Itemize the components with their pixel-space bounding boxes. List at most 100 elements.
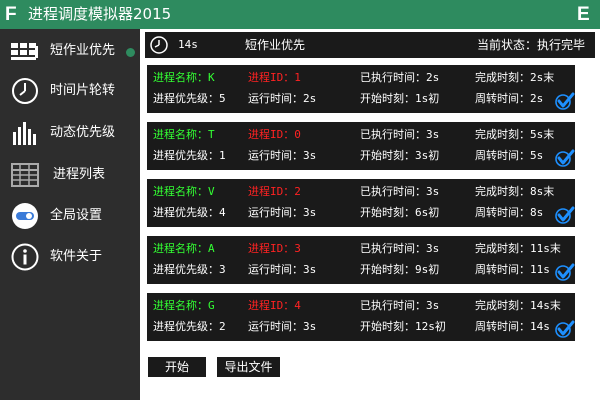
process-id-label: 进程ID：: [248, 185, 295, 198]
sidebar-item-process-list[interactable]: 进程列表: [0, 156, 140, 196]
start-moment: 开始时刻：1s初: [360, 91, 439, 107]
start-moment-value: 12s初: [415, 320, 446, 333]
run-time: 运行时间：2s: [248, 91, 316, 107]
start-moment-value: 9s初: [415, 263, 440, 276]
process-id-value: 3: [294, 242, 301, 255]
run-time-value: 3s: [303, 149, 317, 162]
turnaround-time-value: 5s: [530, 149, 544, 162]
sidebar-item-dynamic-priority[interactable]: 动态优先级: [0, 114, 140, 154]
check-icon: [555, 263, 575, 281]
process-name: 进程名称：V: [153, 184, 215, 200]
finish-moment: 完成时刻：8s末: [475, 184, 554, 200]
executed-time-label: 已执行时间：: [360, 71, 426, 84]
process-id: 进程ID：0: [248, 127, 301, 143]
export-file-button[interactable]: 导出文件: [217, 357, 280, 377]
current-state: 当前状态：执行完毕: [476, 38, 585, 52]
sidebar-item-label: 全局设置: [50, 208, 103, 223]
start-moment-label: 开始时刻：: [360, 149, 415, 162]
process-id-value: 0: [294, 128, 301, 141]
run-time-value: 3s: [303, 206, 317, 219]
process-priority: 进程优先级：3: [153, 262, 226, 278]
start-moment-label: 开始时刻：: [360, 206, 415, 219]
executed-time-label: 已执行时间：: [360, 299, 426, 312]
executed-time: 已执行时间：2s: [360, 70, 439, 86]
process-priority-label: 进程优先级：: [153, 263, 219, 276]
turnaround-time-label: 周转时间：: [475, 92, 530, 105]
sidebar-item-label: 时间片轮转: [50, 83, 116, 98]
sidebar-item-sjf[interactable]: 短作业优先: [0, 32, 140, 72]
start-moment-label: 开始时刻：: [360, 92, 415, 105]
process-name: 进程名称：G: [153, 298, 215, 314]
finish-moment-value: 5s末: [530, 128, 555, 141]
turnaround-time-label: 周转时间：: [475, 206, 530, 219]
finish-moment: 完成时刻：11s末: [475, 241, 561, 257]
start-moment-value: 6s初: [415, 206, 440, 219]
executed-time: 已执行时间：3s: [360, 127, 439, 143]
elapsed-time: 14s: [178, 38, 198, 51]
process-name: 进程名称：K: [153, 70, 215, 86]
turnaround-time-label: 周转时间：: [475, 149, 530, 162]
executed-time-value: 3s: [426, 185, 440, 198]
run-time: 运行时间：3s: [248, 262, 316, 278]
process-priority: 进程优先级：5: [153, 91, 226, 107]
bar-chart-icon: [13, 122, 36, 145]
finish-moment-label: 完成时刻：: [475, 71, 530, 84]
process-priority-label: 进程优先级：: [153, 149, 219, 162]
process-name-value: A: [208, 242, 215, 255]
process-priority: 进程优先级：4: [153, 205, 226, 221]
process-id-label: 进程ID：: [248, 299, 295, 312]
start-button[interactable]: 开始: [148, 357, 206, 377]
sidebar-item-label: 动态优先级: [50, 125, 116, 140]
process-name: 进程名称：T: [153, 127, 215, 143]
process-id-label: 进程ID：: [248, 242, 295, 255]
process-priority-label: 进程优先级：: [153, 92, 219, 105]
executed-time: 已执行时间：3s: [360, 184, 439, 200]
finish-moment-label: 完成时刻：: [475, 128, 530, 141]
turnaround-time-value: 14s: [530, 320, 550, 333]
app-title: 进程调度模拟器2015: [28, 5, 172, 23]
process-name-label: 进程名称：: [153, 299, 208, 312]
process-card: 进程名称：V 进程ID：2 已执行时间：3s 完成时刻：8s末 进程优先级：4 …: [147, 179, 575, 227]
check-icon: [555, 149, 575, 167]
start-moment: 开始时刻：3s初: [360, 148, 439, 164]
sidebar-item-about[interactable]: 软件关于: [0, 238, 140, 278]
executed-time-value: 2s: [426, 71, 440, 84]
executed-time-label: 已执行时间：: [360, 242, 426, 255]
sidebar-item-round-robin[interactable]: 时间片轮转: [0, 72, 140, 112]
sidebar-item-global-settings[interactable]: 全局设置: [0, 197, 140, 237]
process-name-value: V: [208, 185, 215, 198]
process-id-value: 4: [294, 299, 301, 312]
process-id-label: 进程ID：: [248, 128, 295, 141]
executed-time: 已执行时间：3s: [360, 298, 439, 314]
process-id: 进程ID：2: [248, 184, 301, 200]
executed-time-label: 已执行时间：: [360, 185, 426, 198]
process-id-value: 2: [294, 185, 301, 198]
process-id: 进程ID：3: [248, 241, 301, 257]
process-priority-value: 4: [219, 206, 226, 219]
turnaround-time: 周转时间：2s: [475, 91, 543, 107]
executed-time-value: 3s: [426, 128, 440, 141]
process-priority-label: 进程优先级：: [153, 206, 219, 219]
turnaround-time-label: 周转时间：: [475, 263, 530, 276]
finish-moment-label: 完成时刻：: [475, 185, 530, 198]
status-bar: 14s 短作业优先 当前状态：执行完毕: [145, 32, 595, 58]
finish-moment-value: 11s末: [530, 242, 561, 255]
process-name-value: K: [208, 71, 215, 84]
start-moment-value: 1s初: [415, 92, 440, 105]
table-icon: [11, 163, 39, 187]
corner-button[interactable]: E: [577, 5, 595, 24]
turnaround-time-value: 11s: [530, 263, 550, 276]
check-icon: [555, 320, 575, 338]
run-time: 运行时间：3s: [248, 319, 316, 335]
process-name-value: G: [208, 299, 215, 312]
app-logo: F: [5, 4, 17, 25]
process-card: 进程名称：T 进程ID：0 已执行时间：3s 完成时刻：5s末 进程优先级：1 …: [147, 122, 575, 170]
finish-moment-label: 完成时刻：: [475, 242, 530, 255]
title-bar: F 进程调度模拟器2015 E: [0, 0, 600, 29]
run-time-label: 运行时间：: [248, 206, 303, 219]
executed-time: 已执行时间：3s: [360, 241, 439, 257]
turnaround-time-value: 2s: [530, 92, 544, 105]
sjf-icon: [11, 43, 38, 60]
run-time-label: 运行时间：: [248, 92, 303, 105]
process-id: 进程ID：1: [248, 70, 301, 86]
